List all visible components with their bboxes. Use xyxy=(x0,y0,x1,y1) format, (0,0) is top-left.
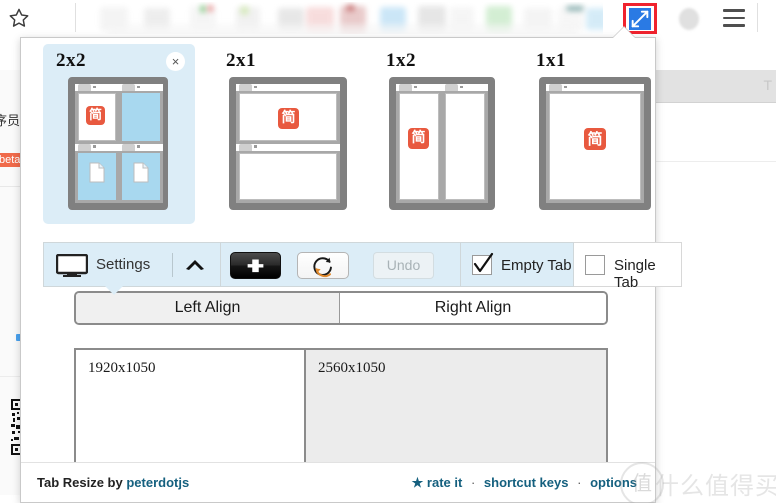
profile-avatar-icon[interactable] xyxy=(679,8,699,30)
settings-divider xyxy=(172,253,173,277)
layout-thumb-2x2: 简 xyxy=(68,77,168,210)
thumb-pane: 简 xyxy=(396,84,442,203)
cn-badge-icon: 简 xyxy=(86,106,105,125)
rate-star-icon: ★ xyxy=(411,475,424,490)
layout-card-title: 2x2 xyxy=(56,50,86,71)
layout-card-title: 1x2 xyxy=(386,50,416,71)
thumb-pane xyxy=(119,84,163,144)
settings-label: Settings xyxy=(96,256,151,273)
layout-card-1x2[interactable]: 1x2 简 xyxy=(373,44,509,224)
empty-tab-label: Empty Tab xyxy=(501,257,572,274)
footer-separator: · xyxy=(470,475,476,490)
background-right-header: T xyxy=(655,70,776,103)
layout-thumb-1x2: 简 xyxy=(389,77,495,210)
cn-badge-icon: 简 xyxy=(408,128,429,149)
popup-pointer xyxy=(613,27,635,38)
bookmark-star-icon[interactable] xyxy=(8,7,30,29)
chevron-up-icon[interactable] xyxy=(184,257,206,273)
align-toggle-group: Left Align Right Align xyxy=(74,291,608,325)
add-button[interactable] xyxy=(230,252,281,279)
watermark-text: 什么值得买 xyxy=(655,472,776,500)
thumb-pane xyxy=(75,143,119,203)
monitor-icon xyxy=(56,254,88,277)
resolution-item-1920x1050[interactable]: 1920x1050 xyxy=(74,348,306,468)
single-tab-checkbox[interactable] xyxy=(585,255,605,275)
hamburger-menu-icon[interactable] xyxy=(723,9,745,27)
credit-prefix: Tab Resize by xyxy=(37,475,127,490)
left-align-button[interactable]: Left Align xyxy=(76,293,340,323)
browser-toolbar xyxy=(0,0,776,35)
layout-card-2x1[interactable]: 2x1 简 xyxy=(213,44,349,224)
tab-resize-popup: 2x2 × 简 2x1 简 1x2 简 1x1 简 Settings Undo … xyxy=(20,37,682,503)
layout-card-2x2[interactable]: 2x2 × 简 xyxy=(43,44,195,224)
document-icon xyxy=(133,162,149,182)
layout-card-title: 2x1 xyxy=(226,50,256,71)
credit-text: Tab Resize by peterdotjs xyxy=(37,475,189,490)
footer-separator-2: · xyxy=(577,475,582,490)
cn-badge-icon: 简 xyxy=(278,108,299,129)
empty-tab-segment[interactable]: Empty Tab xyxy=(461,242,574,287)
resolution-item-2560x1050[interactable]: 2560x1050 xyxy=(304,348,608,468)
actions-segment: Undo xyxy=(221,242,461,287)
thumb-pane: 简 xyxy=(75,84,119,144)
thumb-pane: 简 xyxy=(236,84,340,144)
thumb-pane xyxy=(236,143,340,203)
popup-action-bar: Settings Undo Empty Tab Single Tab xyxy=(43,242,682,295)
single-tab-segment[interactable]: Single Tab xyxy=(574,242,682,291)
background-header-letter: T xyxy=(763,77,772,93)
popup-footer: Tab Resize by peterdotjs ★ rate it · sho… xyxy=(21,462,655,502)
layout-thumb-2x1: 简 xyxy=(229,77,347,210)
single-tab-label: Single Tab xyxy=(614,257,656,291)
settings-segment[interactable]: Settings xyxy=(43,242,221,287)
resolution-list: 1920x1050 2560x1050 xyxy=(74,348,608,468)
document-icon xyxy=(89,162,105,182)
thumb-pane xyxy=(442,84,488,203)
screenshot-root: 序员 beta T xyxy=(0,0,776,503)
author-link[interactable]: peterdotjs xyxy=(126,475,189,490)
footer-links: ★ rate it · shortcut keys · options xyxy=(412,475,637,491)
background-right-rule xyxy=(655,161,776,162)
thumb-pane xyxy=(119,143,163,203)
layout-card-title: 1x1 xyxy=(536,50,566,71)
refresh-icon xyxy=(313,257,332,278)
undo-button[interactable]: Undo xyxy=(373,252,434,279)
blurred-extension-icons xyxy=(88,2,603,34)
background-cn-text: 序员 xyxy=(0,114,21,129)
settings-notch xyxy=(105,286,123,295)
toolbar-separator xyxy=(75,3,76,32)
toolbar-separator-right xyxy=(757,3,758,32)
plus-icon xyxy=(247,259,264,273)
right-align-button[interactable]: Right Align xyxy=(340,293,606,323)
layout-thumb-1x1: 简 xyxy=(539,77,651,210)
layout-card-1x1[interactable]: 1x1 简 xyxy=(523,44,659,224)
shortcut-keys-link[interactable]: shortcut keys xyxy=(484,475,569,490)
refresh-button[interactable] xyxy=(297,252,349,279)
thumb-pane: 简 xyxy=(546,84,644,203)
rate-it-link[interactable]: rate it xyxy=(427,475,462,490)
layout-card-row: 2x2 × 简 2x1 简 1x2 简 1x1 简 xyxy=(43,44,651,226)
checkmark-icon xyxy=(473,252,494,273)
cn-badge-icon: 简 xyxy=(584,128,606,150)
close-icon[interactable]: × xyxy=(166,52,185,71)
